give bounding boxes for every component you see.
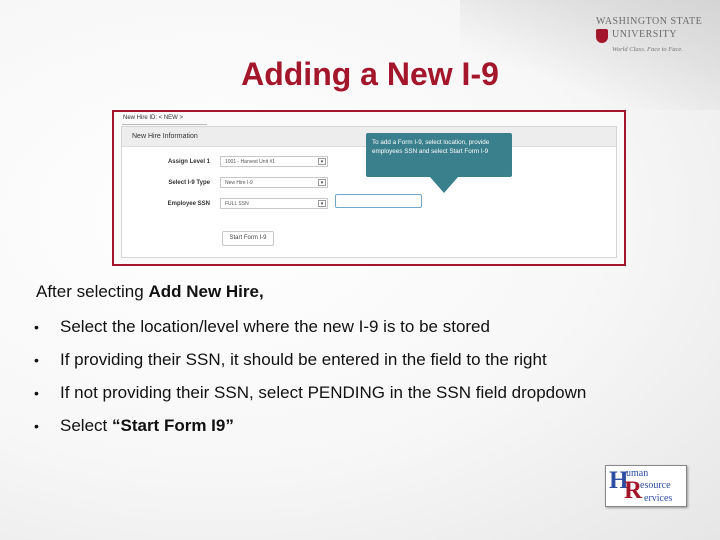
hr-services-logo: H R uman esource ervices (605, 465, 687, 507)
intro-text: After selecting Add New Hire, (36, 282, 264, 302)
slide-title: Adding a New I-9 (241, 56, 499, 92)
wsu-logo-line2: UNIVERSITY (612, 29, 677, 40)
intro-bold: Add New Hire, (148, 282, 264, 301)
assign-level-select[interactable]: 1001 - Harvest Unit #1 ▾ (220, 156, 328, 167)
employee-ssn-label: Employee SSN (167, 201, 210, 207)
form-screenshot: New Hire ID: < NEW > New Hire Informatio… (112, 110, 626, 266)
tooltip: To add a Form I-9, select location, prov… (366, 133, 512, 177)
hr-logo-word2: esource (640, 480, 671, 491)
start-form-button[interactable]: Start Form I-9 (222, 231, 274, 246)
wsu-seal-icon (596, 29, 608, 43)
intro-plain: After selecting (36, 282, 149, 301)
bullet-item: Select the location/level where the new … (34, 314, 604, 340)
form-section-title: New Hire Information (132, 133, 198, 140)
bullet-item: If not providing their SSN, select PENDI… (34, 380, 604, 406)
assign-level-value: 1001 - Harvest Unit #1 (225, 159, 276, 165)
chevron-down-icon: ▾ (318, 158, 326, 165)
instruction-list: Select the location/level where the new … (34, 314, 604, 439)
hr-logo-word3: ervices (644, 493, 673, 504)
ssn-type-value: FULL SSN (225, 201, 249, 207)
assign-level-label: Assign Level 1 (167, 159, 210, 165)
wsu-logo: WASHINGTON STATE UNIVERSITY World Class.… (596, 16, 703, 60)
chevron-down-icon: ▾ (318, 179, 326, 186)
bullet-bold: “Start Form I9” (111, 416, 234, 435)
wsu-logo-tagline: World Class. Face to Face. (612, 46, 683, 53)
bullet-plain: Select (60, 416, 112, 435)
breadcrumb-divider (122, 124, 207, 125)
i9-type-label: Select I-9 Type (168, 180, 210, 186)
chevron-down-icon: ▾ (318, 200, 326, 207)
ssn-type-select[interactable]: FULL SSN ▾ (220, 198, 328, 209)
breadcrumb: New Hire ID: < NEW > (123, 115, 184, 121)
ssn-input[interactable] (335, 194, 422, 208)
tooltip-text: To add a Form I-9, select location, prov… (372, 139, 490, 155)
bullet-item: Select “Start Form I9” (34, 413, 604, 439)
i9-type-value: New Hire I-9 (225, 180, 253, 186)
tooltip-pointer (430, 177, 458, 193)
wsu-logo-line1: WASHINGTON STATE (596, 16, 703, 27)
bullet-item: If providing their SSN, it should be ent… (34, 347, 604, 373)
hr-logo-word1: uman (626, 468, 649, 479)
i9-type-select[interactable]: New Hire I-9 ▾ (220, 177, 328, 188)
